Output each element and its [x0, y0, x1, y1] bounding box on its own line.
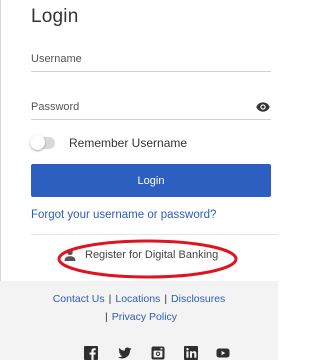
- show-password-icon[interactable]: [256, 100, 270, 112]
- social-links: [75, 346, 235, 360]
- divider: [31, 234, 278, 235]
- register-link[interactable]: Register for Digital Banking: [64, 249, 218, 261]
- remember-username-row: Remember Username: [30, 135, 188, 151]
- separator: |: [104, 311, 108, 323]
- remember-username-label: Remember Username: [69, 136, 188, 150]
- separator: |: [108, 293, 112, 305]
- locations-link[interactable]: Locations: [115, 293, 160, 305]
- login-button[interactable]: Login: [31, 164, 271, 197]
- password-field: [31, 97, 271, 120]
- page-title: Login: [31, 6, 79, 27]
- separator: |: [164, 293, 168, 305]
- password-input[interactable]: [31, 97, 246, 117]
- forgot-credentials-link[interactable]: Forgot your username or password?: [31, 209, 216, 221]
- toggle-knob: [30, 135, 45, 150]
- facebook-icon[interactable]: [84, 346, 98, 360]
- twitter-icon[interactable]: [118, 346, 132, 360]
- linkedin-icon[interactable]: [184, 346, 198, 360]
- username-input[interactable]: [31, 49, 246, 69]
- register-label: Register for Digital Banking: [85, 249, 219, 261]
- person-icon: [64, 249, 76, 261]
- contact-us-link[interactable]: Contact Us: [53, 293, 105, 305]
- footer-links: Contact Us | Locations | Disclosures | Privac…: [0, 290, 278, 326]
- youtube-icon[interactable]: [216, 346, 230, 360]
- footer: Contact Us | Locations | Disclosures | Privac…: [0, 281, 278, 360]
- login-page: Login Remember Username Login Forgot you…: [0, 0, 278, 360]
- disclosures-link[interactable]: Disclosures: [171, 293, 225, 305]
- instagram-icon[interactable]: [151, 346, 165, 360]
- privacy-policy-link[interactable]: Privacy Policy: [112, 311, 177, 323]
- remember-username-toggle[interactable]: [30, 135, 55, 150]
- username-field: [31, 49, 271, 72]
